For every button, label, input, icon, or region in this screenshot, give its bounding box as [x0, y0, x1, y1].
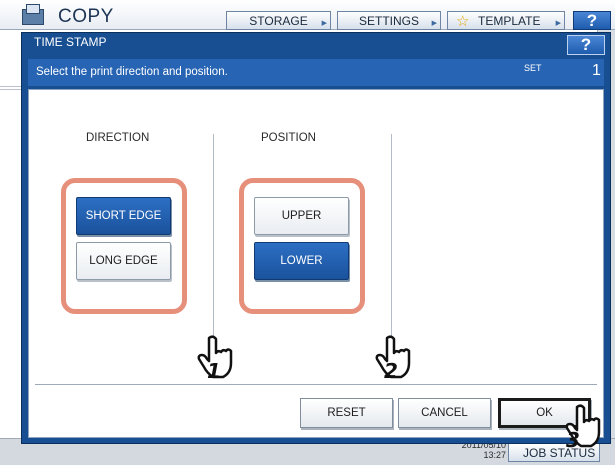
- corner-arrow-icon: ▶: [321, 20, 327, 27]
- star-icon: ☆: [456, 13, 470, 30]
- background-panel: [0, 60, 22, 440]
- corner-arrow-icon: ▶: [555, 20, 561, 27]
- set-number: 1: [592, 62, 601, 79]
- hand-pointer-icon: 2: [375, 335, 411, 382]
- column-divider: [391, 134, 392, 339]
- message-bar: Select the print direction and position.…: [28, 59, 604, 86]
- hand-pointer-icon: 3: [565, 404, 601, 451]
- divider: [0, 86, 22, 90]
- set-label: SET: [524, 63, 542, 73]
- hand-pointer-icon: 1: [197, 335, 233, 382]
- tab-settings[interactable]: SETTINGS ▶: [337, 11, 441, 30]
- step-number: 3: [566, 428, 580, 451]
- long-edge-button[interactable]: LONG EDGE: [76, 242, 171, 280]
- dialog-help-button[interactable]: ?: [567, 35, 605, 55]
- instruction-text: Select the print direction and position.: [36, 66, 228, 78]
- tab-template[interactable]: ☆ TEMPLATE ▶: [447, 11, 565, 30]
- tab-settings-label: SETTINGS: [358, 13, 419, 28]
- tab-template-label: TEMPLATE: [478, 13, 541, 28]
- step-number: 2: [384, 359, 398, 382]
- position-heading: POSITION: [261, 132, 316, 144]
- direction-heading: DIRECTION: [86, 132, 150, 144]
- step-number: 1: [207, 359, 221, 382]
- copy-icon: [22, 4, 44, 25]
- help-button[interactable]: ?: [573, 11, 611, 30]
- column-divider: [213, 134, 214, 339]
- upper-button[interactable]: UPPER: [254, 197, 349, 235]
- app-title: COPY: [58, 6, 114, 27]
- short-edge-button[interactable]: SHORT EDGE: [76, 197, 171, 235]
- tab-storage-label: STORAGE: [249, 13, 308, 28]
- time-text: 13:27: [483, 450, 506, 460]
- cancel-button[interactable]: CANCEL: [398, 398, 491, 428]
- lower-button[interactable]: LOWER: [254, 242, 349, 280]
- corner-arrow-icon: ▶: [431, 20, 437, 27]
- tab-storage[interactable]: STORAGE ▶: [226, 11, 331, 30]
- reset-button[interactable]: RESET: [300, 398, 393, 428]
- settings-panel: DIRECTION POSITION SHORT EDGE LONG EDGE …: [28, 89, 604, 438]
- time-stamp-dialog: TIME STAMP ? Select the print direction …: [21, 32, 611, 444]
- footer-divider: [35, 384, 597, 385]
- dialog-title: TIME STAMP: [34, 35, 107, 49]
